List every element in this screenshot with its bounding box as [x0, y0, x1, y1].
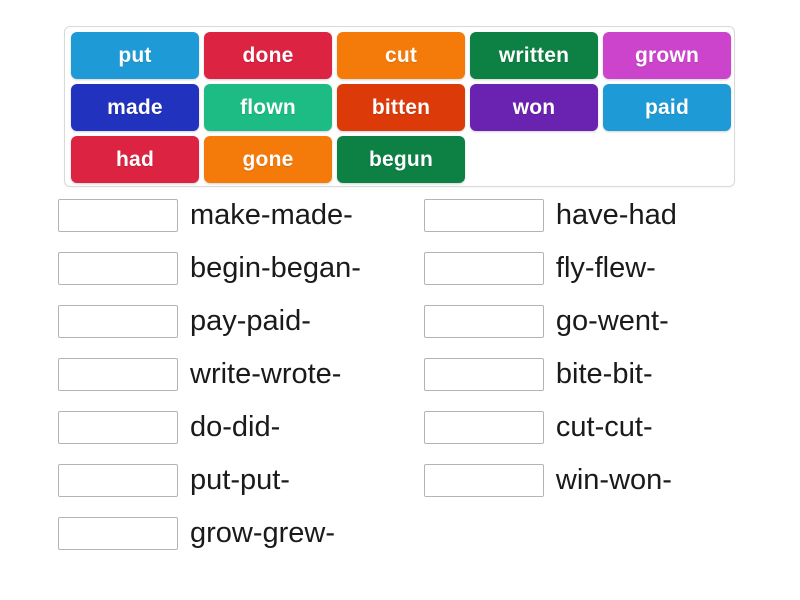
verb-prompt: do-did- — [190, 410, 281, 443]
verb-prompt: make-made- — [190, 198, 353, 231]
drop-zone[interactable] — [423, 357, 544, 391]
answer-row: win-won- — [423, 463, 677, 497]
drop-zone[interactable] — [58, 516, 178, 550]
word-tile[interactable]: gone — [204, 136, 332, 183]
drop-zone[interactable] — [423, 304, 544, 338]
answer-rows: make-made-begin-began-pay-paid-write-wro… — [0, 198, 800, 550]
answer-row: fly-flew- — [423, 251, 677, 285]
answer-row: go-went- — [423, 304, 677, 338]
drop-zone[interactable] — [423, 410, 544, 444]
answer-row: write-wrote- — [58, 357, 361, 391]
verb-prompt: fly-flew- — [555, 251, 656, 284]
drop-zone[interactable] — [423, 463, 544, 497]
word-tile[interactable]: flown — [204, 84, 332, 131]
drop-zone[interactable] — [58, 410, 178, 444]
word-bank-grid: put done cut written grown made flown bitten won… — [71, 32, 734, 183]
verb-prompt: write-wrote- — [190, 357, 342, 390]
word-tile[interactable]: grown — [603, 32, 731, 79]
word-tile[interactable]: had — [71, 136, 199, 183]
word-tile[interactable]: paid — [603, 84, 731, 131]
answer-row: begin-began- — [58, 251, 361, 285]
word-tile[interactable]: cut — [337, 32, 465, 79]
word-tile[interactable]: written — [470, 32, 598, 79]
verb-prompt: win-won- — [555, 463, 672, 496]
answer-row: bite-bit- — [423, 357, 677, 391]
answer-column-left: make-made-begin-began-pay-paid-write-wro… — [58, 198, 361, 550]
answer-row: make-made- — [58, 198, 361, 232]
answer-row: have-had — [423, 198, 677, 232]
answer-row: do-did- — [58, 410, 361, 444]
verb-prompt: go-went- — [555, 304, 669, 337]
verb-prompt: grow-grew- — [190, 516, 336, 549]
answer-column-right: have-had fly-flew-go-went-bite-bit-cut-cu… — [423, 198, 677, 550]
drop-zone[interactable] — [423, 198, 544, 232]
word-tile[interactable]: begun — [337, 136, 465, 183]
verb-prompt: bite-bit- — [555, 357, 653, 390]
answer-row: pay-paid- — [58, 304, 361, 338]
verb-prompt: have-had — [555, 198, 677, 231]
word-bank-panel: put done cut written grown made flown bitten won… — [64, 26, 735, 187]
drop-zone[interactable] — [58, 251, 178, 285]
drop-zone[interactable] — [423, 251, 544, 285]
word-tile[interactable]: made — [71, 84, 199, 131]
verb-prompt: pay-paid- — [190, 304, 311, 337]
word-tile[interactable]: won — [470, 84, 598, 131]
answer-row: cut-cut- — [423, 410, 677, 444]
drop-zone[interactable] — [58, 198, 178, 232]
drop-zone[interactable] — [58, 463, 178, 497]
drop-zone[interactable] — [58, 357, 178, 391]
verb-prompt: cut-cut- — [555, 410, 653, 443]
word-tile[interactable]: bitten — [337, 84, 465, 131]
verb-prompt: put-put- — [190, 463, 290, 496]
answer-row: grow-grew- — [58, 516, 361, 550]
drop-zone[interactable] — [58, 304, 178, 338]
word-tile[interactable]: done — [204, 32, 332, 79]
verb-prompt: begin-began- — [190, 251, 361, 284]
word-tile[interactable]: put — [71, 32, 199, 79]
answer-row: put-put- — [58, 463, 361, 497]
